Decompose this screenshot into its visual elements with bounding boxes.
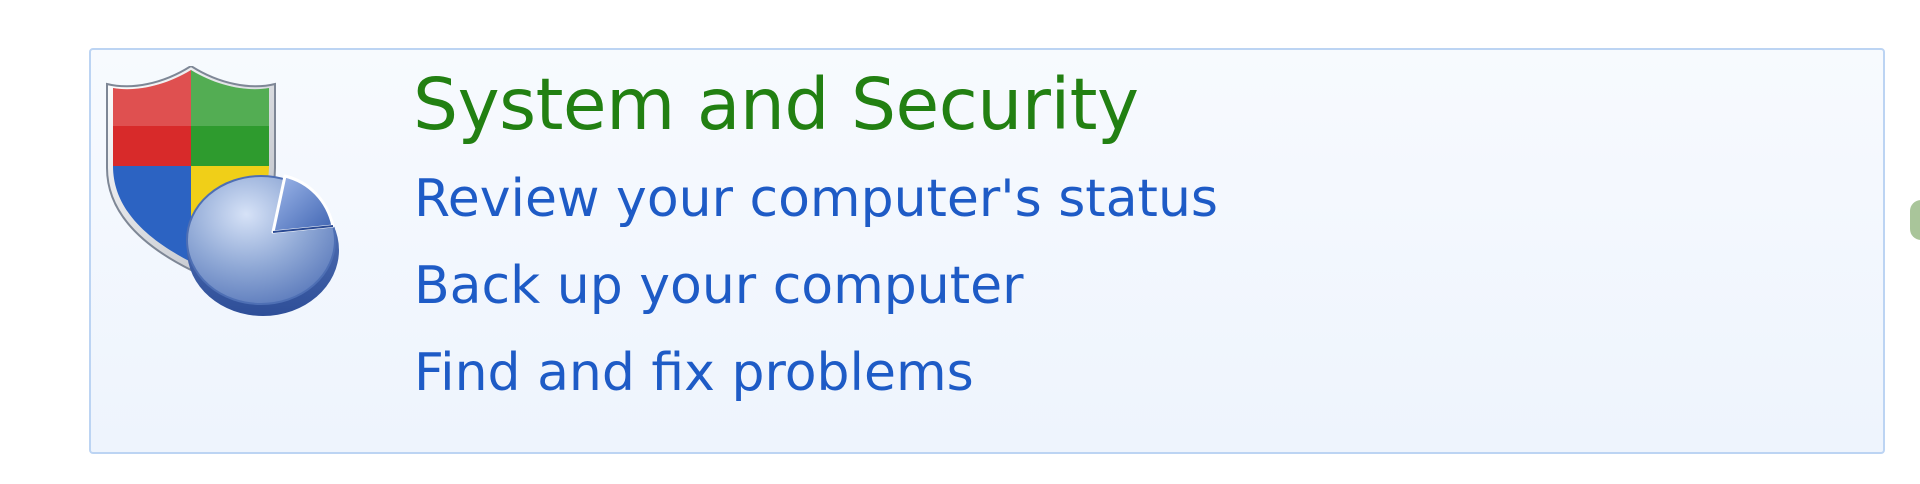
adjacent-category-icon [1910,200,1920,240]
review-status-link[interactable]: Review your computer's status [414,166,1218,232]
category-title-link[interactable]: System and Security [413,62,1139,148]
find-fix-problems-link[interactable]: Find and fix problems [414,340,974,406]
shield-with-pie-chart-icon[interactable] [105,66,365,326]
backup-computer-link[interactable]: Back up your computer [414,253,1024,319]
